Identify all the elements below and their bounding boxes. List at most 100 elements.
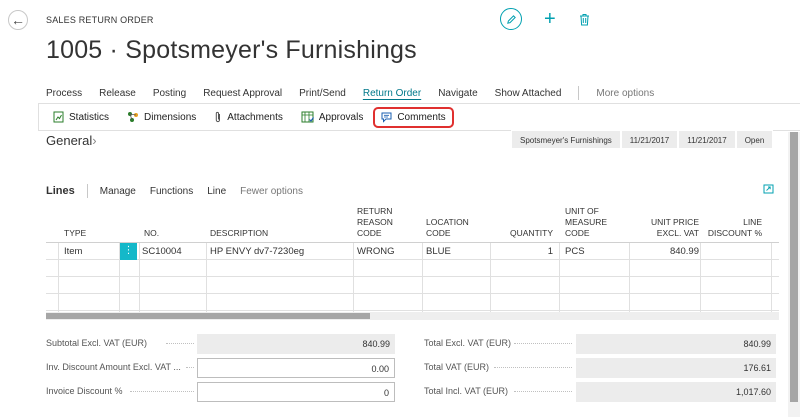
comments-label: Comments: [397, 111, 446, 123]
leader-dots: [130, 391, 194, 392]
lines-separator: [86, 184, 88, 198]
grid-divider: [700, 243, 701, 312]
col-uom-1: UNIT OF: [565, 206, 599, 216]
invoice-discount-pct-input[interactable]: 0: [197, 382, 395, 402]
edit-button[interactable]: [500, 8, 522, 30]
lines-line-menu[interactable]: Line: [207, 186, 226, 197]
leader-dots: [514, 343, 572, 344]
cell-return-reason[interactable]: WRONG: [357, 243, 394, 260]
col-no[interactable]: NO.: [144, 228, 159, 238]
col-uom-2: MEASURE: [565, 217, 608, 227]
cell-description[interactable]: HP ENVY dv7-7230eg: [210, 243, 304, 260]
trash-icon: [580, 13, 590, 25]
grid-header: TYPE NO. DESCRIPTION RETURN REASON CODE …: [46, 201, 779, 243]
col-type[interactable]: TYPE: [64, 228, 86, 238]
total-incl-vat-value: 1,017.60: [576, 382, 776, 402]
action-menu-bar: Process Release Posting Request Approval…: [46, 86, 671, 100]
general-section-header[interactable]: General›: [46, 133, 97, 148]
cell-type[interactable]: Item: [64, 243, 82, 260]
invoice-discount-pct-row: Invoice Discount % 0: [46, 382, 396, 404]
approvals-label: Approvals: [318, 111, 364, 123]
lines-manage-menu[interactable]: Manage: [100, 186, 136, 197]
col-return-reason-3[interactable]: CODE: [357, 228, 382, 238]
approvals-action[interactable]: Approvals: [301, 111, 363, 123]
cell-uom[interactable]: PCS: [565, 243, 585, 260]
table-row[interactable]: Item SC10004 HP ENVY dv7-7230eg WRONG BL…: [46, 243, 779, 260]
menu-posting[interactable]: Posting: [153, 88, 186, 99]
total-excl-vat-label: Total Excl. VAT (EUR): [424, 338, 512, 348]
grid-divider: [771, 243, 772, 312]
total-excl-vat-value: 840.99: [576, 334, 776, 354]
grid-divider: [490, 243, 491, 312]
col-quantity[interactable]: QUANTITY: [510, 228, 553, 238]
cell-location[interactable]: BLUE: [426, 243, 451, 260]
lines-functions-menu[interactable]: Functions: [150, 186, 193, 197]
grid-divider: [353, 243, 354, 312]
menu-process[interactable]: Process: [46, 88, 82, 99]
menu-separator: [578, 86, 580, 100]
total-vat-label: Total VAT (EUR): [424, 362, 490, 372]
col-location-2[interactable]: CODE: [426, 228, 451, 238]
col-unit-price-2[interactable]: EXCL. VAT: [657, 228, 699, 238]
horizontal-scrollbar-thumb[interactable]: [46, 313, 370, 319]
attachments-action[interactable]: Attachments: [214, 111, 283, 123]
general-summary: Spotsmeyer's Furnishings 11/21/2017 11/2…: [511, 130, 774, 149]
inv-discount-amount-row: Inv. Discount Amount Excl. VAT ... 0.00: [46, 358, 396, 380]
lines-title: Lines: [46, 185, 75, 197]
menu-show-attached[interactable]: Show Attached: [495, 88, 562, 99]
approvals-icon: [301, 111, 314, 123]
table-row-empty[interactable]: [46, 294, 779, 311]
menu-release[interactable]: Release: [99, 88, 136, 99]
col-return-reason-1: RETURN: [357, 206, 393, 216]
table-row-empty[interactable]: [46, 277, 779, 294]
page-title: 1005 · Spotsmeyer's Furnishings: [46, 36, 417, 64]
dimensions-action[interactable]: Dimensions: [127, 111, 196, 123]
leader-dots: [166, 343, 194, 344]
vertical-scrollbar-thumb[interactable]: [790, 132, 798, 402]
total-incl-vat-row: Total Incl. VAT (EUR) 1,017.60: [424, 382, 776, 404]
total-vat-value: 176.61: [576, 358, 776, 378]
lines-grid: TYPE NO. DESCRIPTION RETURN REASON CODE …: [46, 201, 779, 311]
new-button[interactable]: +: [544, 9, 556, 29]
dimensions-icon: [127, 111, 139, 123]
grid-divider: [58, 243, 59, 312]
menu-return-order[interactable]: Return Order: [363, 88, 421, 99]
grid-divider: [206, 243, 207, 312]
delete-button[interactable]: [578, 11, 592, 27]
menu-request-approval[interactable]: Request Approval: [203, 88, 282, 99]
plus-icon: +: [544, 8, 556, 30]
comments-action[interactable]: Comments: [373, 106, 454, 128]
table-row-empty[interactable]: [46, 260, 779, 277]
menu-more-options[interactable]: More options: [596, 88, 654, 99]
subtotal-row: Subtotal Excl. VAT (EUR) 840.99: [46, 334, 396, 356]
row-menu-button[interactable]: ⋮: [120, 243, 137, 260]
summary-posting-date: 11/21/2017: [678, 130, 736, 149]
col-return-reason-2: REASON: [357, 217, 393, 227]
menu-navigate[interactable]: Navigate: [438, 88, 477, 99]
general-title: General: [46, 133, 93, 148]
col-uom-3[interactable]: CODE: [565, 228, 590, 238]
lines-toolbar: Lines Manage Functions Line Fewer option…: [46, 184, 780, 198]
statistics-label: Statistics: [69, 111, 110, 123]
cell-no[interactable]: SC10004: [142, 243, 182, 260]
title-actions: +: [500, 8, 592, 30]
cell-unit-price[interactable]: 840.99: [670, 243, 699, 260]
leader-dots: [514, 391, 572, 392]
statistics-action[interactable]: Statistics: [53, 111, 109, 123]
cell-quantity[interactable]: 1: [548, 243, 553, 260]
back-arrow-icon: ←: [11, 12, 25, 28]
grid-divider: [629, 243, 630, 312]
inv-discount-amount-label: Inv. Discount Amount Excl. VAT ...: [46, 362, 181, 372]
attachments-label: Attachments: [227, 111, 283, 123]
dimensions-label: Dimensions: [144, 111, 197, 123]
back-button[interactable]: ←: [8, 10, 28, 30]
col-description[interactable]: DESCRIPTION: [210, 228, 268, 238]
lines-fewer-options[interactable]: Fewer options: [240, 186, 303, 197]
expand-icon[interactable]: [763, 184, 774, 197]
col-line-discount-2[interactable]: DISCOUNT %: [708, 228, 762, 238]
vertical-ellipsis-icon: ⋮: [123, 245, 134, 256]
menu-print-send[interactable]: Print/Send: [299, 88, 346, 99]
col-location-1: LOCATION: [426, 217, 469, 227]
inv-discount-amount-input[interactable]: 0.00: [197, 358, 395, 378]
comment-icon: [381, 112, 392, 123]
